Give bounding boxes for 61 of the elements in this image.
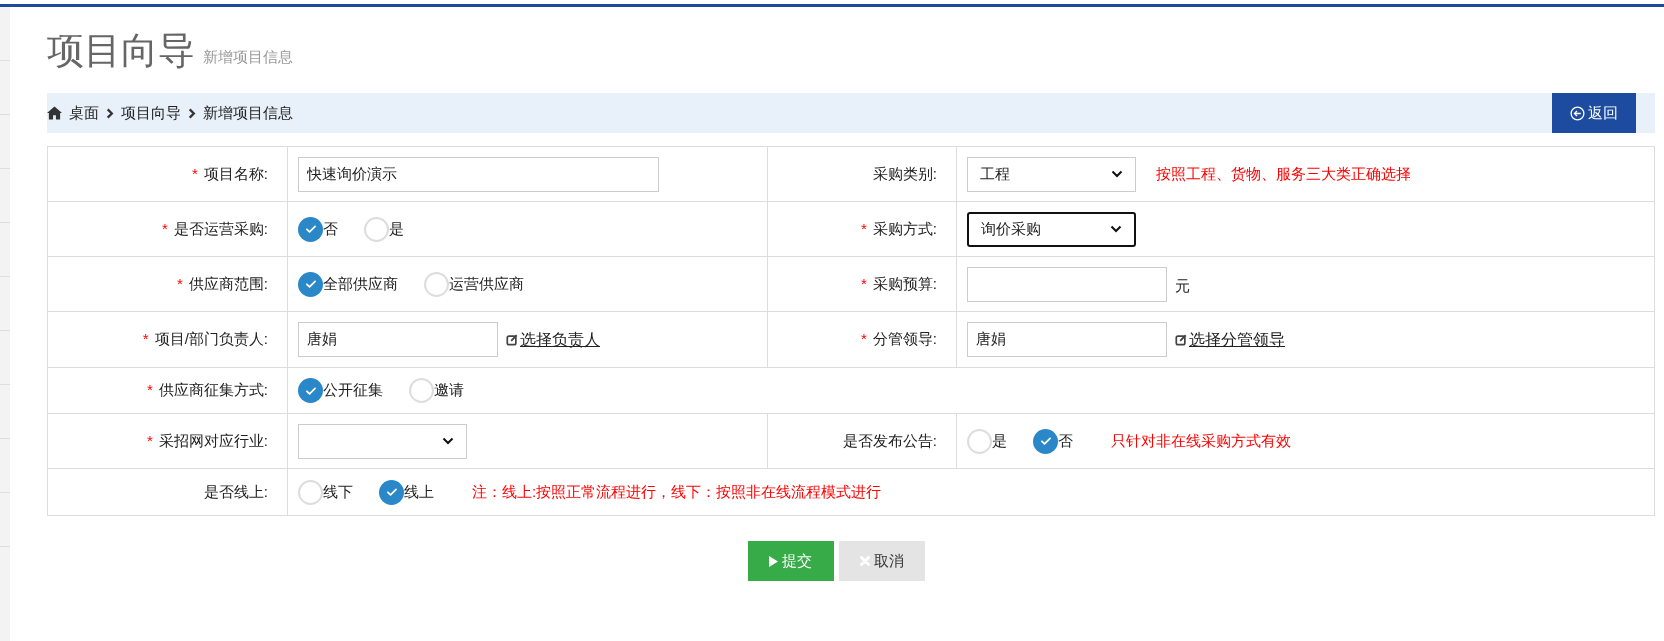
radio-button[interactable] (379, 479, 404, 505)
radio-button[interactable] (967, 428, 992, 454)
edit-icon (1175, 333, 1187, 346)
edit-icon (506, 333, 518, 346)
breadcrumb-link[interactable]: 项目向导 (121, 101, 181, 125)
text-field[interactable]: 快速询价演示 (298, 156, 659, 192)
field-label: * 供应商范围: (177, 273, 268, 294)
radio-button[interactable] (298, 216, 323, 242)
radio-button[interactable] (1033, 428, 1058, 454)
circle-arrow-left-icon (1570, 105, 1585, 121)
chevron-right-icon (106, 107, 114, 119)
budget-field[interactable] (967, 266, 1167, 302)
field-label: 采购类别: (872, 163, 937, 184)
field-label: * 项目名称: (192, 163, 268, 184)
breadcrumb-link[interactable]: 新增项目信息 (203, 101, 293, 125)
chevron-down-icon (1110, 225, 1122, 233)
chevron-down-icon (1111, 170, 1123, 178)
cancel-button[interactable]: 取消 (838, 541, 925, 581)
page-title: 项目向导 (47, 32, 195, 69)
field-label: 是否线上: (203, 481, 268, 502)
radio-label: 运营供应商 (449, 273, 524, 294)
page-subtitle: 新增项目信息 (203, 46, 293, 67)
radio-label: 否 (323, 218, 338, 239)
radio-button[interactable] (409, 378, 434, 403)
field-label: * 采招网对应行业: (147, 430, 268, 451)
radio-button[interactable] (364, 216, 389, 242)
radio-button[interactable] (298, 479, 323, 505)
radio-button[interactable] (298, 271, 323, 297)
select-field[interactable]: 工程 (967, 156, 1136, 192)
radio-button[interactable] (298, 378, 323, 403)
field-label: * 项目/部门负责人: (142, 329, 268, 350)
field-label: * 采购方式: (861, 218, 937, 239)
radio-label: 是 (992, 430, 1007, 451)
hint-text: 只针对非在线采购方式有效 (1111, 430, 1291, 451)
home-icon (47, 106, 62, 120)
close-icon (859, 556, 870, 566)
back-button[interactable]: 返回 (1552, 93, 1636, 133)
chevron-right-icon (188, 107, 196, 119)
field-label: * 采购预算: (861, 273, 937, 294)
play-icon (769, 555, 778, 567)
select-field[interactable]: 询价采购 (967, 211, 1136, 247)
field-label: * 供应商征集方式: (147, 380, 268, 401)
breadcrumb-link[interactable]: 桌面 (69, 101, 99, 125)
chevron-down-icon (442, 437, 454, 445)
field-label: 是否发布公告: (842, 430, 937, 451)
radio-label: 全部供应商 (323, 273, 398, 294)
field-label: * 是否运营采购: (162, 218, 268, 239)
hint-text: 注：线上:按照正常流程进行，线下：按照非在线流程模式进行 (472, 481, 882, 502)
person-field[interactable]: 唐娟 (298, 322, 498, 357)
radio-label: 否 (1058, 430, 1073, 451)
hint-text: 按照工程、货物、服务三大类正确选择 (1156, 163, 1411, 184)
person-field[interactable]: 唐娟 (967, 322, 1167, 357)
unit-label: 元 (1175, 275, 1190, 296)
radio-label: 线下 (323, 481, 353, 502)
field-label: * 分管领导: (861, 329, 937, 350)
radio-button[interactable] (424, 271, 449, 297)
radio-label: 邀请 (434, 380, 464, 401)
radio-label: 公开征集 (323, 380, 383, 401)
radio-label: 线上 (404, 481, 434, 502)
select-field[interactable] (298, 423, 467, 459)
radio-label: 是 (389, 218, 404, 239)
